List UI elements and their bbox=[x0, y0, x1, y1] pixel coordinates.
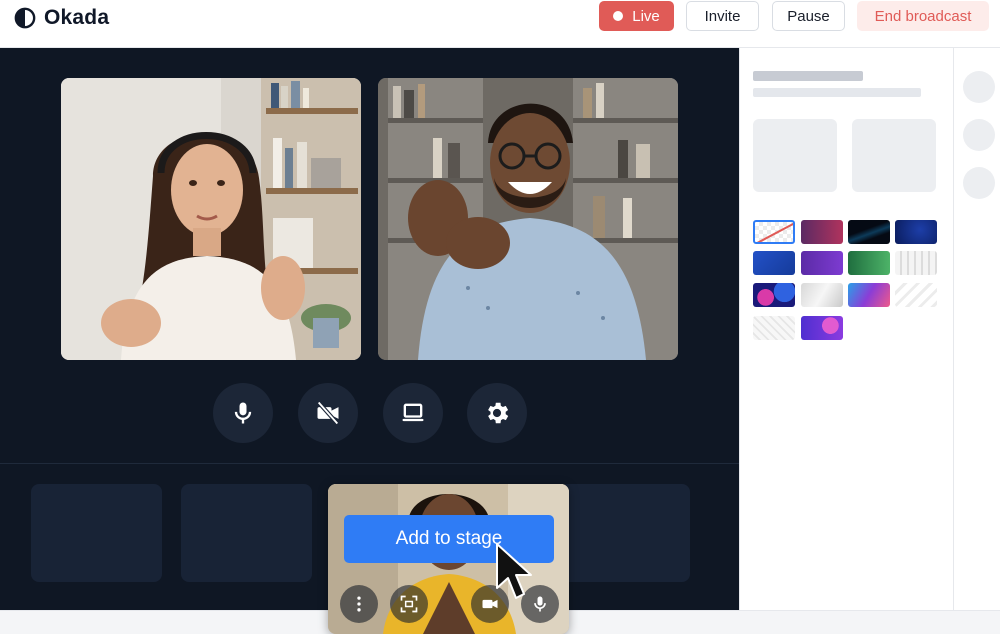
mic-icon bbox=[534, 596, 546, 612]
pause-button[interactable]: Pause bbox=[772, 1, 845, 31]
live-button[interactable]: Live bbox=[599, 1, 674, 31]
mic-button[interactable] bbox=[213, 383, 273, 443]
background-swatch[interactable] bbox=[895, 283, 937, 307]
live-label: Live bbox=[632, 7, 660, 25]
rail-button[interactable] bbox=[963, 119, 995, 151]
background-swatch[interactable] bbox=[895, 220, 937, 244]
background-swatch[interactable] bbox=[801, 220, 843, 244]
more-options-button[interactable] bbox=[340, 585, 378, 623]
rail-button[interactable] bbox=[963, 167, 995, 199]
live-dot-icon bbox=[613, 11, 624, 21]
add-to-stage-button[interactable]: Add to stage bbox=[344, 515, 554, 563]
background-swatch-none[interactable] bbox=[753, 220, 795, 244]
panel-title-placeholder bbox=[753, 71, 863, 81]
gear-icon bbox=[488, 402, 509, 424]
app-name: Okada bbox=[44, 6, 110, 29]
backstage-slot[interactable] bbox=[31, 484, 162, 582]
end-broadcast-button[interactable]: End broadcast bbox=[857, 1, 989, 31]
invite-button[interactable]: Invite bbox=[686, 1, 759, 31]
background-swatch[interactable] bbox=[895, 251, 937, 275]
background-swatch[interactable] bbox=[753, 283, 795, 307]
fullscreen-icon bbox=[400, 595, 418, 613]
camera-off-icon bbox=[317, 401, 339, 425]
backstage-slot[interactable] bbox=[559, 484, 690, 582]
participant-video-2-image bbox=[378, 78, 678, 360]
camera-icon bbox=[482, 599, 498, 609]
panel-subtitle-placeholder bbox=[753, 88, 921, 97]
top-bar: Okada Live Invite Pause End broadcast bbox=[0, 0, 1000, 48]
app-logo: Okada bbox=[14, 5, 109, 31]
preview-camera-button[interactable] bbox=[471, 585, 509, 623]
screen-share-icon bbox=[402, 403, 424, 422]
screen-share-button[interactable] bbox=[383, 383, 443, 443]
background-swatch[interactable] bbox=[848, 220, 890, 244]
preview-mic-button[interactable] bbox=[521, 585, 559, 623]
background-swatch[interactable] bbox=[753, 251, 795, 275]
participant-video-1[interactable] bbox=[61, 78, 361, 360]
participant-video-2[interactable] bbox=[378, 78, 678, 360]
mic-icon bbox=[234, 402, 252, 424]
rail-button[interactable] bbox=[963, 71, 995, 103]
participant-video-1-image bbox=[61, 78, 361, 360]
background-swatch[interactable] bbox=[801, 316, 843, 340]
panel-card-placeholder[interactable] bbox=[852, 119, 936, 192]
background-swatch[interactable] bbox=[848, 283, 890, 307]
background-swatch[interactable] bbox=[848, 251, 890, 275]
backgrounds-panel bbox=[739, 48, 953, 610]
logo-icon bbox=[14, 7, 36, 29]
backstage-slot[interactable] bbox=[181, 484, 312, 582]
stage-divider bbox=[0, 463, 739, 464]
more-vertical-icon bbox=[357, 596, 361, 612]
camera-toggle-button[interactable] bbox=[298, 383, 358, 443]
settings-button[interactable] bbox=[467, 383, 527, 443]
background-swatch[interactable] bbox=[753, 316, 795, 340]
background-swatch[interactable] bbox=[801, 283, 843, 307]
participant-preview-card[interactable]: Add to stage bbox=[328, 484, 569, 634]
background-swatch[interactable] bbox=[801, 251, 843, 275]
right-rail bbox=[953, 48, 1000, 610]
fullscreen-button[interactable] bbox=[390, 585, 428, 623]
panel-card-placeholder[interactable] bbox=[753, 119, 837, 192]
